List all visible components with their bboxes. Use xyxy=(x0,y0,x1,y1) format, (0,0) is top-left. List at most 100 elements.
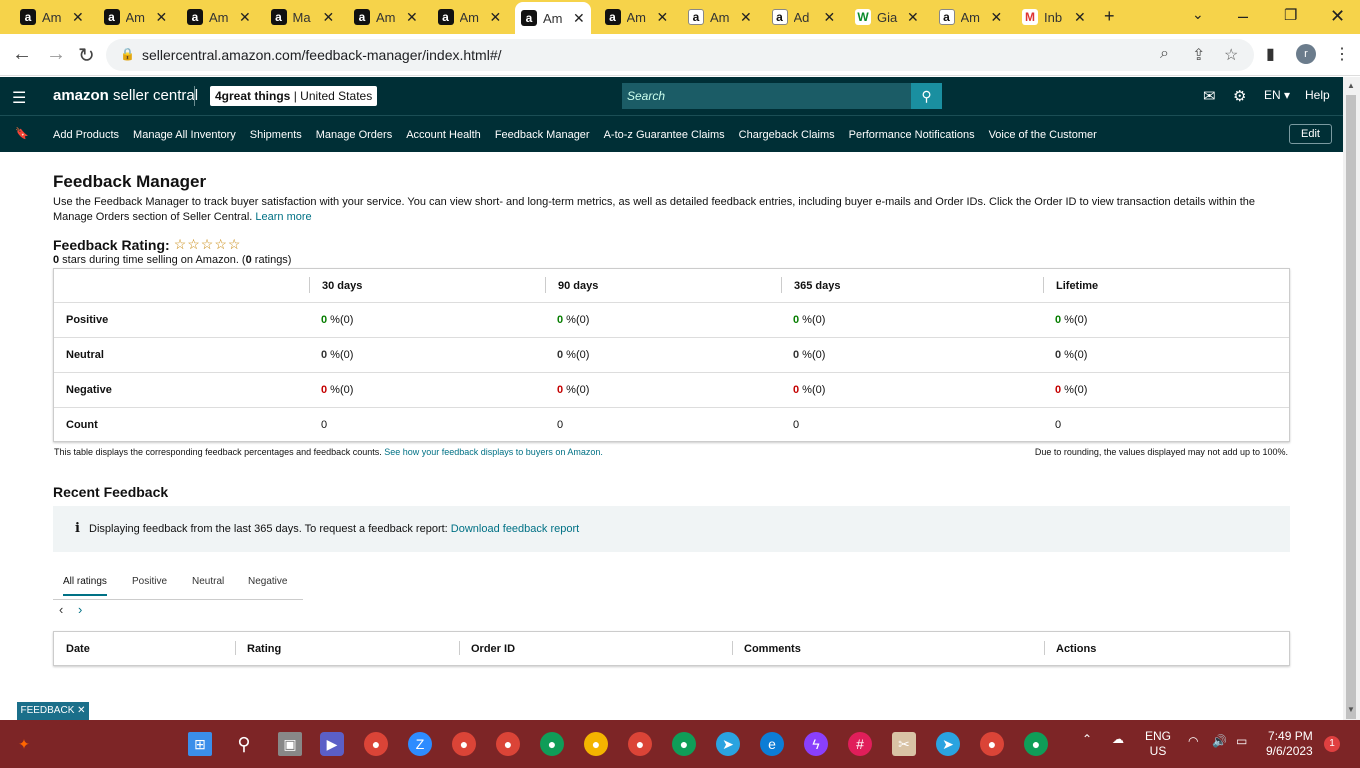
zoom-app-icon[interactable]: Z xyxy=(408,732,432,756)
chrome-profile-icon[interactable]: ● xyxy=(540,732,564,756)
chrome-icon[interactable]: ● xyxy=(980,732,1004,756)
browser-tab[interactable]: a Am ✕ xyxy=(432,4,508,30)
nav-link[interactable]: Shipments xyxy=(250,129,302,141)
chrome-icon[interactable]: ● xyxy=(1024,732,1048,756)
column-header[interactable]: Comments xyxy=(744,632,801,665)
zoom-icon[interactable]: ⌕ xyxy=(1160,45,1169,63)
restore-button[interactable]: ❐ xyxy=(1284,6,1297,24)
close-tab-icon[interactable]: ✕ xyxy=(824,9,836,26)
tab-all-ratings[interactable]: All ratings xyxy=(63,576,107,596)
input-language[interactable]: ENG US xyxy=(1145,729,1171,759)
help-link[interactable]: Help xyxy=(1305,88,1330,102)
start-icon[interactable]: ⊞ xyxy=(188,732,212,756)
browser-tab[interactable]: a Ma ✕ xyxy=(265,4,341,30)
close-tab-icon[interactable]: ✕ xyxy=(740,9,752,26)
learn-more-link[interactable]: Learn more xyxy=(255,211,311,223)
show-hidden-icons[interactable]: ⌃ xyxy=(1082,732,1092,746)
close-window-button[interactable]: ✕ xyxy=(1330,6,1345,27)
telegram-icon[interactable]: ➤ xyxy=(716,732,740,756)
browser-tab[interactable]: a Am ✕ xyxy=(14,4,90,30)
hamburger-menu-icon[interactable]: ☰ xyxy=(12,88,26,108)
mail-icon[interactable]: ✉ xyxy=(1203,87,1216,105)
nav-link[interactable]: Performance Notifications xyxy=(849,129,975,141)
tab-search-icon[interactable]: ⌄ xyxy=(1192,6,1204,23)
meet-icon[interactable]: ▶ xyxy=(320,732,344,756)
close-tab-icon[interactable]: ✕ xyxy=(490,9,502,26)
close-tab-icon[interactable]: ✕ xyxy=(573,10,585,27)
browser-tab[interactable]: a Am ✕ xyxy=(682,4,758,30)
browser-tab[interactable]: W Gia ✕ xyxy=(849,4,925,30)
next-page-icon[interactable]: › xyxy=(78,602,82,617)
new-tab-button[interactable]: + xyxy=(1104,6,1115,27)
scrollbar-thumb[interactable] xyxy=(1346,95,1356,719)
wifi-icon[interactable]: ◠ xyxy=(1188,734,1198,748)
volume-icon[interactable]: 🔊 xyxy=(1212,734,1227,748)
chrome-profile-icon[interactable]: ● xyxy=(496,732,520,756)
feedback-widget-button[interactable]: FEEDBACK ✕ xyxy=(17,702,89,720)
tab-negative[interactable]: Negative xyxy=(248,576,287,587)
tab-neutral[interactable]: Neutral xyxy=(192,576,224,587)
taskbar-search-icon[interactable]: ⚲ xyxy=(232,732,256,756)
nav-link[interactable]: Add Products xyxy=(53,129,119,141)
bookmark-icon[interactable]: 🔖 xyxy=(15,127,29,140)
bookmark-star-icon[interactable]: ☆ xyxy=(1224,45,1238,65)
close-tab-icon[interactable]: ✕ xyxy=(657,9,669,26)
browser-tab[interactable]: a Ad ✕ xyxy=(766,4,842,30)
store-selector[interactable]: 4great things | United States xyxy=(210,86,378,106)
vertical-scrollbar[interactable]: ▲ ▼ xyxy=(1343,77,1360,720)
menu-dots-icon[interactable]: ⋮ xyxy=(1334,44,1350,64)
nav-link[interactable]: Chargeback Claims xyxy=(739,129,835,141)
feedback-display-link[interactable]: See how your feedback displays to buyers… xyxy=(384,447,603,457)
tab-positive[interactable]: Positive xyxy=(132,576,167,587)
nav-link[interactable]: Voice of the Customer xyxy=(989,129,1097,141)
close-tab-icon[interactable]: ✕ xyxy=(406,9,418,26)
network-error-icon[interactable]: ☁ xyxy=(1112,732,1124,746)
chrome-profile-icon[interactable]: ● xyxy=(584,732,608,756)
gear-icon[interactable]: ⚙ xyxy=(1233,87,1246,105)
close-tab-icon[interactable]: ✕ xyxy=(323,9,335,26)
edge-icon[interactable]: e xyxy=(760,732,784,756)
browser-tab[interactable]: a Am ✕ xyxy=(933,4,1009,30)
nav-link[interactable]: Account Health xyxy=(406,129,481,141)
scroll-down-icon[interactable]: ▼ xyxy=(1347,705,1355,714)
chrome-profile-icon[interactable]: ● xyxy=(452,732,476,756)
language-selector[interactable]: EN ▾ xyxy=(1264,88,1290,102)
sidebar-icon[interactable]: ▮ xyxy=(1266,44,1275,64)
share-icon[interactable]: ⇪ xyxy=(1192,45,1205,65)
browser-tab[interactable]: a Am ✕ xyxy=(599,4,675,30)
scroll-up-icon[interactable]: ▲ xyxy=(1347,81,1355,90)
reload-icon[interactable]: ↻ xyxy=(78,43,95,68)
browser-tab[interactable]: a Am ✕ xyxy=(181,4,257,30)
browser-tab[interactable]: a Am ✕ xyxy=(515,2,591,34)
battery-icon[interactable]: ▭ xyxy=(1236,734,1247,748)
column-header[interactable]: Date xyxy=(66,632,90,665)
profile-avatar[interactable]: r xyxy=(1296,44,1316,64)
back-icon[interactable]: ← xyxy=(12,43,32,66)
notification-badge[interactable]: 1 xyxy=(1324,736,1340,752)
telegram-icon[interactable]: ➤ xyxy=(936,732,960,756)
nav-link[interactable]: Manage All Inventory xyxy=(133,129,236,141)
minimize-button[interactable]: – xyxy=(1238,6,1248,27)
task-view-icon[interactable]: ▣ xyxy=(278,732,302,756)
edit-nav-button[interactable]: Edit xyxy=(1289,124,1332,144)
slack-icon[interactable]: # xyxy=(848,732,872,756)
browser-tab[interactable]: a Am ✕ xyxy=(98,4,174,30)
prev-page-icon[interactable]: ‹ xyxy=(59,602,63,617)
chrome-icon[interactable]: ● xyxy=(364,732,388,756)
chrome-profile-icon[interactable]: ● xyxy=(628,732,652,756)
app-icon[interactable]: ✦ xyxy=(12,732,36,756)
clock[interactable]: 7:49 PM 9/6/2023 xyxy=(1266,729,1313,759)
column-header[interactable]: Actions xyxy=(1056,632,1096,665)
close-tab-icon[interactable]: ✕ xyxy=(991,9,1003,26)
search-button[interactable]: ⚲ xyxy=(911,83,942,109)
close-tab-icon[interactable]: ✕ xyxy=(1074,9,1086,26)
browser-tab[interactable]: a Am ✕ xyxy=(348,4,424,30)
close-tab-icon[interactable]: ✕ xyxy=(72,9,84,26)
snipping-icon[interactable]: ✂ xyxy=(892,732,916,756)
nav-link[interactable]: Manage Orders xyxy=(316,129,392,141)
close-tab-icon[interactable]: ✕ xyxy=(907,9,919,26)
nav-link[interactable]: Feedback Manager xyxy=(495,129,590,141)
url-field[interactable]: 🔒 sellercentral.amazon.com/feedback-mana… xyxy=(106,39,1254,71)
column-header[interactable]: Order ID xyxy=(471,632,515,665)
close-tab-icon[interactable]: ✕ xyxy=(156,9,168,26)
